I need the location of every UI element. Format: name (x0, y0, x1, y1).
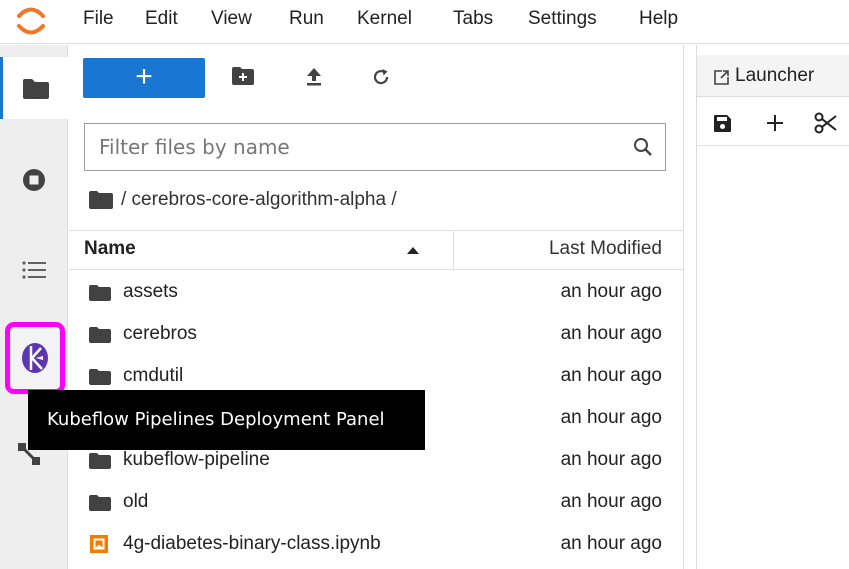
folder-icon (89, 327, 111, 343)
main-area: Launcher (696, 45, 849, 569)
folder-icon (89, 285, 111, 301)
cut-icon[interactable] (814, 112, 838, 134)
refresh-icon[interactable] (372, 68, 390, 86)
file-row-old[interactable]: old an hour ago (69, 481, 684, 523)
column-divider[interactable] (453, 231, 454, 271)
folder-icon (89, 453, 111, 469)
file-name: old (123, 491, 149, 512)
launcher-icon (714, 70, 729, 85)
upload-icon[interactable] (306, 68, 322, 86)
menu-edit[interactable]: Edit (145, 8, 178, 30)
tooltip: Kubeflow Pipelines Deployment Panel (28, 390, 425, 450)
file-browser-tab[interactable] (0, 57, 68, 119)
file-modified: an hour ago (560, 449, 662, 470)
file-list-header: Name Last Modified (69, 230, 684, 271)
kubeflow-panel-button[interactable] (5, 322, 65, 394)
filter-input[interactable] (85, 124, 625, 170)
new-launcher-button[interactable]: + (83, 58, 205, 98)
file-name: cmdutil (123, 365, 184, 386)
notebook-icon (90, 535, 108, 553)
file-modified: an hour ago (560, 281, 662, 302)
menu-file[interactable]: File (83, 8, 114, 30)
file-browser-panel: + / cerebros-core-algorithm-alpha / Name… (69, 45, 684, 569)
breadcrumb[interactable]: / cerebros-core-algorithm-alpha / (89, 187, 397, 213)
file-modified: an hour ago (560, 365, 662, 386)
home-folder-icon[interactable] (89, 191, 113, 209)
left-activity-bar (0, 45, 68, 569)
file-name: cerebros (123, 323, 197, 344)
stop-circle-icon (23, 169, 45, 191)
file-modified: an hour ago (560, 407, 662, 428)
column-header-last-modified[interactable]: Last Modified (549, 238, 662, 260)
file-name: kubeflow-pipeline (123, 449, 270, 470)
folder-icon (89, 495, 111, 511)
search-icon (634, 138, 652, 156)
file-name: assets (123, 281, 178, 302)
file-name: 4g-diabetes-binary-class.ipynb (123, 533, 381, 554)
running-sessions-tab[interactable] (0, 149, 68, 211)
menu-kernel[interactable]: Kernel (357, 8, 412, 30)
jupyter-logo-icon[interactable] (14, 4, 48, 38)
menu-view[interactable]: View (211, 8, 252, 30)
menu-run[interactable]: Run (289, 8, 324, 30)
tab-launcher-label: Launcher (735, 65, 815, 86)
filter-box (84, 123, 666, 171)
kubeflow-icon (22, 343, 48, 373)
folder-icon (23, 79, 49, 99)
file-modified: an hour ago (560, 533, 662, 554)
menu-settings[interactable]: Settings (528, 8, 597, 30)
breadcrumb-path[interactable]: / cerebros-core-algorithm-alpha / (121, 189, 397, 211)
tab-launcher[interactable]: Launcher (697, 55, 849, 97)
menu-bar: File Edit View Run Kernel Tabs Settings … (0, 0, 849, 44)
add-cell-icon[interactable] (767, 115, 783, 131)
menu-tabs[interactable]: Tabs (453, 8, 493, 30)
new-folder-icon[interactable] (232, 67, 254, 85)
file-modified: an hour ago (560, 323, 662, 344)
file-modified: an hour ago (560, 491, 662, 512)
column-header-name[interactable]: Name (84, 238, 136, 260)
menu-help[interactable]: Help (639, 8, 678, 30)
file-row-notebook[interactable]: 4g-diabetes-binary-class.ipynb an hour a… (69, 523, 684, 565)
folder-icon (89, 369, 111, 385)
file-row-assets[interactable]: assets an hour ago (69, 271, 684, 313)
notebook-toolbar (697, 98, 849, 146)
save-icon[interactable] (714, 115, 731, 132)
file-row-cerebros[interactable]: cerebros an hour ago (69, 313, 684, 355)
table-of-contents-tab[interactable] (0, 239, 68, 301)
sort-ascending-icon[interactable] (407, 247, 419, 254)
list-icon (22, 261, 46, 279)
